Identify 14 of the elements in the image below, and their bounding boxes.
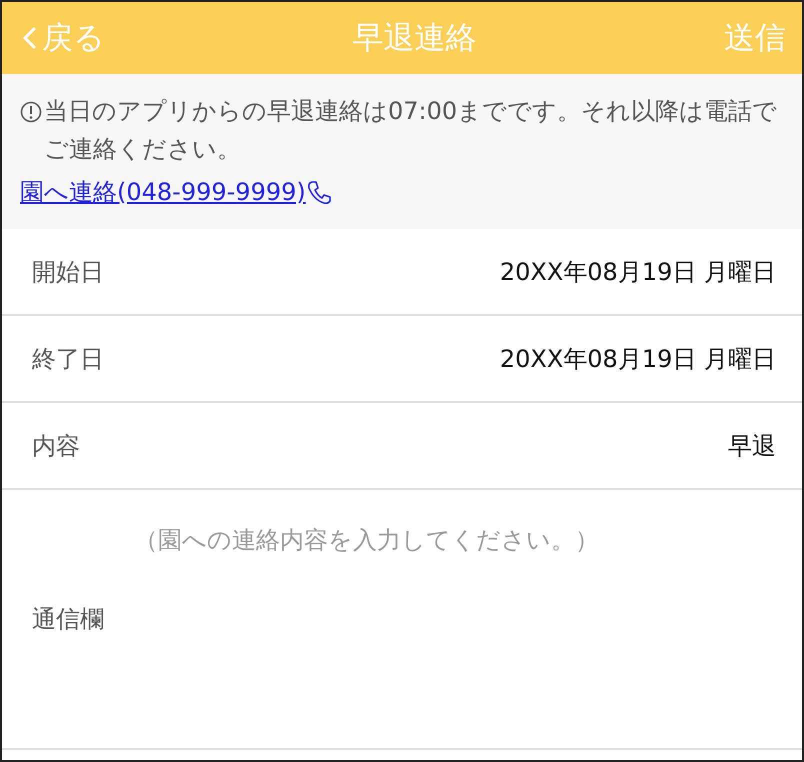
field-value[interactable]: 20XX年08月19日 月曜日 [500,340,776,377]
field-label: 内容 [32,430,80,462]
field-label: 開始日 [32,256,104,288]
message-field[interactable]: （園への連絡内容を入力してください。） [132,520,776,728]
back-icon [22,25,38,51]
field-value[interactable]: 早退 [728,428,776,464]
field-value[interactable]: 20XX年08月19日 月曜日 [500,254,776,290]
notice-text: 当日のアプリからの早退連絡は07:00までです。それ以降は電話でご連絡ください。 [44,96,778,166]
phone-link[interactable]: 園へ連絡(048-999-9999) [20,172,306,212]
phone-icon [306,178,332,205]
field-label: 終了日 [32,344,104,375]
page-title: 早退連絡 [352,18,476,58]
field-label: 通信欄 [32,604,104,636]
alert-icon [20,101,42,123]
